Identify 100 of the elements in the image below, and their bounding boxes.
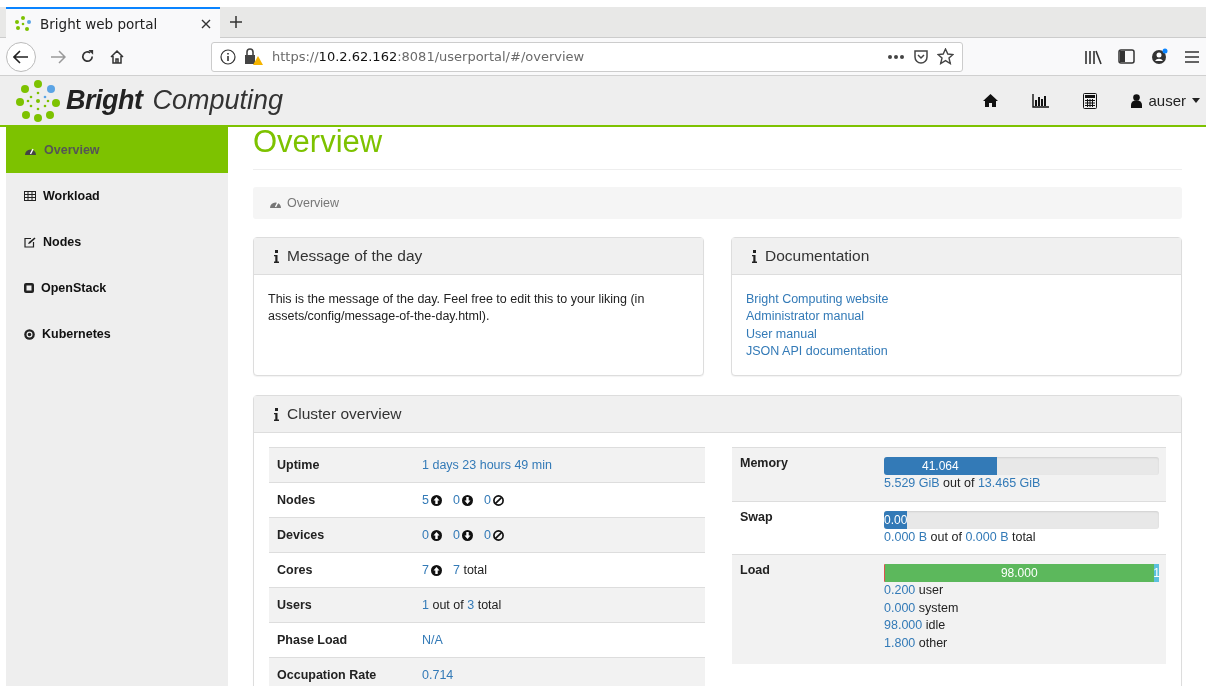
value-text: system	[918, 599, 959, 617]
value-link[interactable]: 13.465 GiB	[977, 475, 1041, 493]
info-icon	[274, 249, 279, 263]
arrow-up-circle-icon	[430, 494, 442, 506]
back-button[interactable]	[6, 41, 36, 72]
user-menu[interactable]: auser	[1131, 92, 1200, 109]
arrow-right-icon[interactable]	[50, 49, 66, 64]
value-text: total	[477, 598, 502, 612]
browser-tab[interactable]: Bright web portal	[6, 7, 220, 38]
value-link[interactable]: 0	[422, 528, 429, 542]
home-icon[interactable]	[983, 94, 999, 107]
info-icon	[220, 48, 236, 65]
value-text: out of	[432, 598, 464, 612]
value-link[interactable]: 0	[483, 493, 491, 507]
doc-link[interactable]: Bright Computing website	[746, 291, 889, 309]
value-link[interactable]: 1.800	[884, 634, 916, 652]
account-icon[interactable]	[1151, 48, 1168, 65]
value-link[interactable]: 0	[452, 493, 460, 507]
sidebar-item[interactable]: Workload	[6, 173, 228, 219]
arrow-down-circle-icon	[461, 529, 473, 541]
star-icon[interactable]	[937, 48, 954, 65]
edit-icon	[24, 236, 36, 248]
value-text: user	[918, 582, 944, 599]
value-link[interactable]: 0.200	[884, 582, 916, 600]
stat-label: Occupation Rate	[277, 668, 378, 682]
value-text: out of	[930, 528, 962, 546]
doc-link[interactable]: User manual	[746, 325, 817, 344]
stat-label: Nodes	[277, 493, 317, 507]
value-link[interactable]: 98.000	[884, 617, 923, 635]
bar-chart-icon[interactable]	[1032, 93, 1050, 108]
menu-icon[interactable]	[1184, 49, 1200, 64]
value-link[interactable]: 5	[422, 493, 429, 507]
stat-label: Devices	[277, 528, 326, 542]
value-link[interactable]: 1	[422, 598, 429, 612]
value-text: idle	[925, 617, 946, 634]
sidebar-item[interactable]: Kubernetes	[6, 311, 228, 357]
sidebar-item[interactable]: Nodes	[6, 219, 228, 265]
close-icon[interactable]	[200, 17, 212, 30]
reload-icon[interactable]	[80, 49, 95, 64]
breadcrumb-item[interactable]: Overview	[287, 196, 340, 210]
gear-icon	[24, 328, 35, 340]
more-dots-icon[interactable]	[887, 53, 905, 60]
address-bar[interactable]: https://10.2.62.162:8081/userportal/#/overview	[211, 41, 963, 72]
value-link[interactable]: 3	[467, 598, 475, 612]
sidebar-item[interactable]: OpenStack	[6, 265, 228, 311]
home-icon[interactable]	[109, 48, 125, 65]
tab-title: Bright web portal	[40, 15, 159, 32]
value-link[interactable]: N/A	[422, 633, 443, 647]
message-text: This is the message of the day. Feel free to edit this to your liking (in assets/config/message-of-the-day.html).	[267, 291, 646, 325]
lock-warning-icon	[244, 47, 264, 66]
page-title: Overview	[253, 127, 384, 161]
brand-name: Computing	[152, 85, 284, 116]
ban-icon	[492, 529, 504, 541]
info-icon	[752, 249, 757, 263]
value-link[interactable]: 0	[452, 528, 460, 542]
arrow-up-circle-icon	[430, 564, 442, 576]
logo-drawing	[16, 79, 60, 122]
arrow-up-circle-icon	[430, 529, 442, 541]
resource-label: Load	[740, 563, 771, 577]
caret-icon	[1192, 98, 1200, 103]
value-link[interactable]: 0	[483, 528, 491, 542]
panel-title: Message of the day	[287, 247, 423, 265]
bar-fill: 41.064	[884, 457, 997, 475]
value-link[interactable]: 1 days 23 hours 49 min	[422, 458, 552, 472]
library-icon[interactable]	[1084, 48, 1102, 65]
sidebar-icon[interactable]	[1118, 49, 1135, 64]
value-text: total	[463, 563, 488, 577]
sidebar-item[interactable]: Overview	[6, 127, 228, 173]
value-link[interactable]: 0.000 B	[884, 528, 928, 546]
value-link[interactable]: 5.529 GiB	[884, 475, 940, 493]
value-link[interactable]: 7	[422, 563, 429, 577]
info-icon	[274, 407, 279, 421]
value-text: other	[918, 634, 948, 652]
value-text: out of	[943, 475, 975, 492]
arrow-left-icon	[13, 49, 29, 64]
calculator-icon[interactable]	[1083, 92, 1098, 109]
value-link[interactable]: 0.714	[422, 668, 454, 682]
user-icon	[1131, 93, 1143, 108]
value-link[interactable]: 0.000	[884, 599, 916, 617]
stat-label: Phase Load	[277, 633, 349, 647]
bar-fill: 0.00	[884, 510, 908, 529]
resource-label: Memory	[740, 456, 789, 470]
ban-icon	[492, 494, 504, 506]
leaf-cluster-icon	[14, 14, 32, 33]
doc-link[interactable]: Administrator manual	[746, 308, 865, 326]
stat-label: Cores	[277, 563, 314, 577]
resource-label: Swap	[740, 509, 774, 524]
brand-name: Bright	[66, 85, 143, 116]
plus-icon[interactable]	[229, 15, 243, 29]
bar-fill: 98.000	[884, 564, 1155, 582]
arrow-down-circle-icon	[461, 494, 473, 506]
doc-link[interactable]: JSON API documentation	[746, 343, 888, 361]
stat-label: Users	[277, 598, 313, 612]
square-icon	[24, 283, 34, 293]
stat-label: Uptime	[277, 458, 321, 472]
value-link[interactable]: 0.000 B	[965, 528, 1009, 546]
value-link[interactable]: 7	[452, 563, 460, 577]
pocket-icon[interactable]	[913, 48, 929, 65]
value-text: total	[1011, 528, 1036, 546]
url-text: https://10.2.62.162:8081/userportal/#/overview	[272, 49, 586, 64]
